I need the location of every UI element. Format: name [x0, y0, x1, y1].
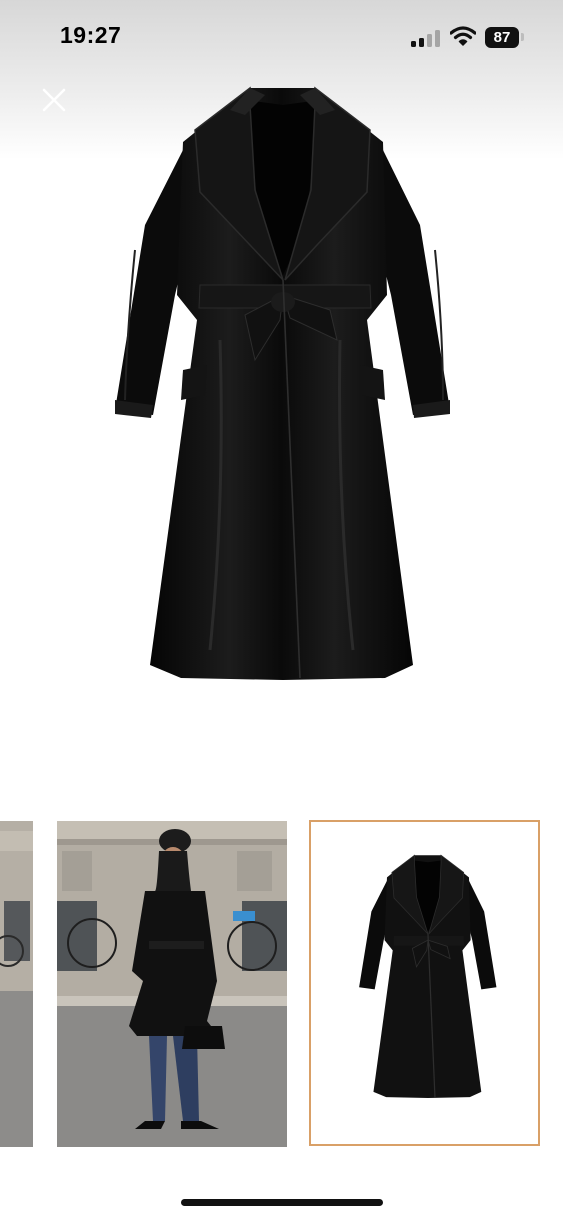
main-product-image[interactable]	[105, 80, 460, 690]
thumbnail-1-image	[0, 821, 33, 1147]
thumbnail-product-selected[interactable]	[309, 820, 540, 1146]
wifi-icon	[450, 26, 476, 46]
close-button[interactable]	[36, 82, 72, 118]
status-time: 19:27	[60, 22, 122, 48]
battery-tip	[521, 33, 524, 41]
home-indicator[interactable]	[181, 1199, 383, 1206]
thumbnail-street-partial[interactable]	[0, 821, 33, 1147]
battery-level: 87	[493, 29, 511, 46]
status-bar: 19:27 87	[0, 0, 563, 72]
close-icon	[42, 88, 66, 112]
signal-icon	[411, 29, 441, 47]
thumbnail-3-image	[359, 854, 497, 1098]
thumbnail-model-street[interactable]	[57, 821, 287, 1147]
thumbnail-strip	[0, 820, 563, 1150]
battery-icon: 87	[485, 27, 519, 48]
thumbnail-2-image	[57, 821, 287, 1147]
